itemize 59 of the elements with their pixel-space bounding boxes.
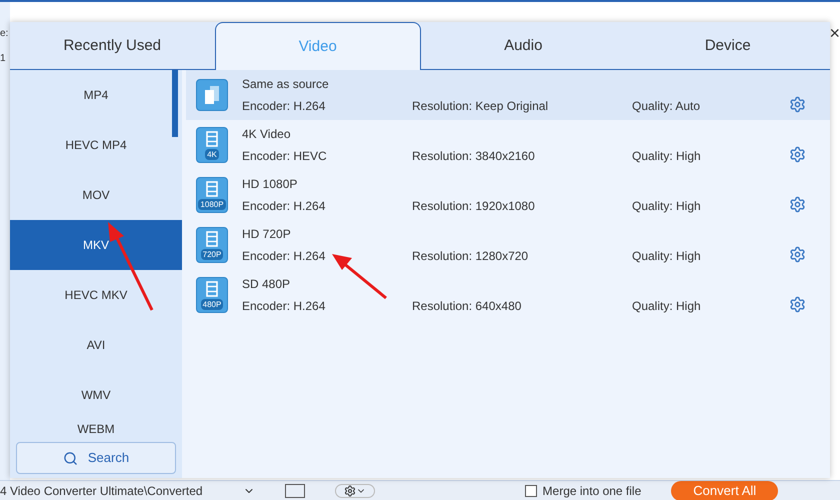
format-item[interactable]: MKV	[10, 220, 182, 270]
preset-row[interactable]: 4K 4K Video Encoder: HEVC Resolution: 3840x2160 Quality: High	[186, 120, 830, 170]
resolution-text: Resolution: 1920x1080	[412, 198, 536, 215]
gear-icon	[344, 484, 356, 496]
quality-text: Quality: Auto	[632, 98, 702, 115]
preset-name: Same as source	[242, 76, 330, 93]
search-icon	[62, 450, 78, 466]
format-tab[interactable]: Recently Used	[10, 22, 214, 69]
merge-checkbox[interactable]	[524, 484, 537, 496]
preset-row[interactable]: Same as source Encoder: H.264 Resolution: Keep Original Quality: Auto	[186, 70, 830, 120]
resolution-text: Resolution: 3840x2160	[412, 148, 536, 165]
settings-icon[interactable]	[789, 146, 806, 162]
preset-name: HD 720P	[242, 226, 292, 243]
preset-row[interactable]: 720P HD 720P Encoder: H.264 Resolution: 1280x720 Quality: High	[186, 220, 830, 270]
settings-icon[interactable]	[789, 96, 806, 112]
video-preset-icon: 1080P	[196, 177, 228, 213]
settings-button[interactable]	[334, 484, 375, 498]
merge-label: Merge into one file	[542, 482, 642, 500]
format-item[interactable]: HEVC MKV	[10, 270, 182, 320]
quality-text: Quality: High	[632, 148, 702, 165]
format-tab[interactable]: Device	[626, 22, 830, 69]
settings-icon[interactable]	[789, 296, 806, 312]
format-item[interactable]: MOV	[10, 170, 182, 220]
preset-name: SD 480P	[242, 276, 292, 293]
format-item[interactable]: WEBM	[10, 420, 182, 442]
preset-row[interactable]: 480P SD 480P Encoder: H.264 Resolution: 640x480 Quality: High	[186, 270, 830, 320]
encoder-text: Encoder: H.264	[242, 98, 326, 115]
format-item[interactable]: MP4	[10, 70, 182, 120]
search-button[interactable]: Search	[16, 442, 176, 474]
format-tab[interactable]: Audio	[421, 22, 626, 69]
resolution-text: Resolution: 1280x720	[412, 248, 530, 265]
background-text: 1	[0, 52, 7, 66]
encoder-text: Encoder: H.264	[242, 198, 326, 215]
format-item[interactable]: HEVC MP4	[10, 120, 182, 170]
settings-icon[interactable]	[789, 246, 806, 262]
video-preset-icon: 480P	[196, 277, 228, 313]
video-preset-icon: 4K	[196, 127, 228, 163]
format-item[interactable]: WMV	[10, 370, 182, 420]
annotation-arrow	[332, 252, 388, 300]
quality-text: Quality: High	[632, 248, 702, 265]
preset-name: HD 1080P	[242, 176, 298, 193]
file-icon[interactable]	[284, 484, 305, 498]
settings-icon[interactable]	[789, 196, 806, 212]
background-text: e:	[0, 27, 10, 41]
encoder-text: Encoder: H.264	[242, 248, 326, 265]
copy-icon	[196, 79, 228, 111]
preset-name: 4K Video	[242, 126, 292, 143]
preset-row[interactable]: 1080P HD 1080P Encoder: H.264 Resolution: 1920x1080 Quality: High	[186, 170, 830, 220]
resolution-text: Resolution: Keep Original	[412, 98, 550, 115]
quality-text: Quality: High	[632, 198, 702, 215]
scrollbar[interactable]	[172, 70, 178, 137]
close-glyph[interactable]: ×	[829, 23, 840, 43]
encoder-text: Encoder: HEVC	[242, 148, 328, 165]
format-item[interactable]: AVI	[10, 320, 182, 370]
encoder-text: Encoder: H.264	[242, 298, 326, 315]
output-path: 4 Video Converter Ultimate\Converted	[0, 482, 203, 500]
quality-text: Quality: High	[632, 298, 702, 315]
resolution-text: Resolution: 640x480	[412, 298, 522, 315]
video-preset-icon: 720P	[196, 227, 228, 263]
